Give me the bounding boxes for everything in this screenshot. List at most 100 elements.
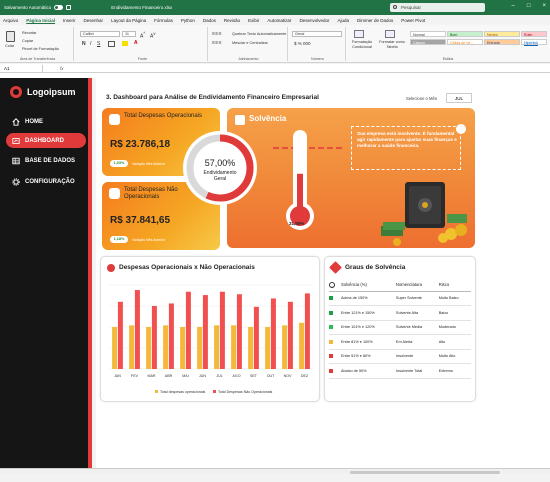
fx-icon[interactable]: fx	[60, 65, 64, 72]
risk: Muito Baixo	[438, 291, 471, 306]
table-row: Acima de 150% Super Solvente Muito Baixo	[329, 291, 471, 306]
tab-arquivo[interactable]: Arquivo	[3, 18, 18, 23]
x-tick-label: SET	[250, 374, 258, 378]
alignment-group: ≡ ≡ ≡ ≡ ≡ ≡ Quebrar Texto Automaticament…	[210, 27, 288, 61]
tab-revis-o[interactable]: Revisão	[224, 18, 240, 23]
x-tick-label: MAI	[182, 374, 188, 378]
format-as-table-icon[interactable]	[385, 30, 395, 38]
currency-icon[interactable]: $ % 000	[294, 41, 311, 46]
style-good[interactable]: Bom	[447, 31, 483, 37]
borders-icon[interactable]	[108, 41, 115, 47]
merge-center-button[interactable]: Mesclar e Centralizar	[232, 41, 268, 45]
conditional-formatting-icon[interactable]	[354, 30, 364, 38]
save-icon[interactable]	[66, 5, 72, 10]
tab-automatizar[interactable]: Automatizar	[267, 18, 291, 23]
tab-ajuda[interactable]: Ajuda	[337, 18, 349, 23]
nomenclature: Insolvente	[395, 349, 439, 364]
tab-dimmer-de-dados[interactable]: Dimmer de Dados	[357, 18, 393, 23]
bar-nao-operacionais-jul	[219, 291, 225, 369]
tab-inserir[interactable]: Inserir	[63, 18, 76, 23]
style-normal[interactable]: Normal	[410, 31, 446, 37]
table-row: Entre 51% e 80% Insolvente Muito Alto	[329, 349, 471, 364]
gauge-ring	[183, 131, 257, 205]
clipboard-group: Colar Recortar Copiar Pincel de Formataç…	[2, 27, 74, 61]
search-input[interactable]: Pesquisar	[390, 3, 485, 12]
title-bar: Salvamento Automático Endividamento Fina…	[0, 0, 550, 15]
tab-desenvolvedor[interactable]: Desenvolvedor	[299, 18, 329, 23]
tab-f-rmulas[interactable]: Fórmulas	[154, 18, 173, 23]
tab-exibir[interactable]: Exibir	[248, 18, 259, 23]
style-calculation[interactable]: Cálculo	[410, 39, 446, 45]
tab-p-gina-inicial[interactable]: Página Inicial	[26, 18, 55, 23]
font-group-label: Fonte	[137, 57, 148, 61]
number-format-select[interactable]: Geral	[292, 31, 342, 37]
paste-icon[interactable]	[6, 31, 15, 42]
sidebar-item-home[interactable]: HOME	[6, 114, 86, 129]
column-header: Risco	[438, 279, 471, 292]
solvency-table: → Solvência (%) Nomenclatura Risco Acima…	[329, 279, 471, 379]
shrink-font-icon[interactable]: Av	[150, 31, 155, 40]
sidebar-accent	[88, 78, 92, 468]
bar-operacionais-set	[248, 327, 254, 369]
grow-font-icon[interactable]: A^	[140, 31, 145, 40]
fill-color-icon[interactable]	[122, 41, 128, 46]
bar-operacionais-jan	[112, 327, 118, 369]
font-size-select[interactable]: 11	[122, 31, 136, 37]
font-color-icon[interactable]: A	[134, 40, 138, 46]
x-tick-label: JUN	[199, 374, 206, 378]
cut-button[interactable]: Recortar	[22, 31, 37, 35]
arrow-circle-icon: →	[329, 281, 335, 288]
style-check-cell[interactable]: Célula de Ve...	[447, 39, 483, 45]
style-neutral[interactable]: Neutro	[484, 31, 520, 37]
format-as-table-button[interactable]: Formatar como Tabela	[377, 40, 407, 49]
bold-icon[interactable]: N	[82, 41, 86, 47]
tab-power-pivot[interactable]: Power Pivot	[401, 18, 425, 23]
x-tick-label: MAR	[148, 374, 156, 378]
nomenclature: Solvente Alta	[395, 305, 439, 321]
formula-bar: A1 fx	[0, 64, 550, 73]
number-group-label: Número	[311, 57, 324, 61]
bar-operacionais-jul	[214, 325, 220, 369]
font-group: Calibri 11 A^ Av N I S A Fonte	[78, 27, 208, 61]
italic-icon[interactable]: I	[90, 41, 91, 47]
sidebar-item-dashboard[interactable]: DASHBOARD	[6, 133, 86, 148]
sidebar-item-label: DASHBOARD	[25, 137, 64, 144]
style-input[interactable]: Entrada	[484, 39, 520, 45]
month-select[interactable]: JUL	[446, 93, 472, 103]
align-top-icon[interactable]: ≡ ≡ ≡	[212, 31, 222, 37]
bar-operacionais-mai	[180, 327, 186, 369]
close-icon[interactable]: ×	[542, 3, 546, 9]
bar-operacionais-out	[265, 327, 271, 369]
maximize-icon[interactable]: □	[527, 3, 531, 9]
style-hyperlink[interactable]: Hiperlink	[521, 39, 547, 45]
solvency-range: Entre 101% e 120%	[341, 320, 396, 335]
tab-layout-da-p-gina[interactable]: Layout da Página	[111, 18, 146, 23]
paste-button[interactable]: Colar	[5, 44, 14, 48]
table-row: Entre 121% e 150% Solvente Alta Baixo	[329, 305, 471, 321]
solvency-range: Acima de 150%	[341, 291, 396, 306]
bar-operacionais-dez	[299, 322, 305, 369]
sidebar-item-configuracao[interactable]: CONFIGURAÇÃO	[6, 174, 86, 189]
status-swatch	[329, 339, 333, 344]
autosave-toggle[interactable]	[54, 5, 64, 10]
tab-dados[interactable]: Dados	[203, 18, 216, 23]
table-row: Entre 101% e 120% Solvente Média Moderado	[329, 320, 471, 335]
style-bad[interactable]: Ruim	[521, 31, 547, 37]
tab-python[interactable]: Python	[181, 18, 195, 23]
minimize-icon[interactable]: –	[512, 3, 515, 9]
bar-operacionais-abr	[163, 325, 169, 369]
wrap-text-button[interactable]: Quebrar Texto Automaticamente	[232, 32, 286, 36]
tab-desenhar[interactable]: Desenhar	[84, 18, 104, 23]
align-left-icon[interactable]: ≡ ≡ ≡	[212, 40, 222, 46]
name-box[interactable]: A1	[3, 65, 43, 72]
conditional-formatting-button[interactable]: Formatação Condicional	[348, 40, 376, 49]
nomenclature: Insolvente Total	[395, 363, 439, 379]
gauge-label: Endividamento Geral	[203, 170, 237, 182]
format-painter-button[interactable]: Pincel de Formatação	[22, 47, 59, 51]
sidebar-item-label: HOME	[25, 118, 43, 125]
font-name-select[interactable]: Calibri	[80, 31, 120, 37]
minus-circle-icon	[107, 264, 115, 272]
sidebar-item-base-de-dados[interactable]: BASE DE DADOS	[6, 153, 86, 168]
copy-button[interactable]: Copiar	[22, 39, 33, 43]
underline-icon[interactable]: S	[97, 41, 100, 47]
